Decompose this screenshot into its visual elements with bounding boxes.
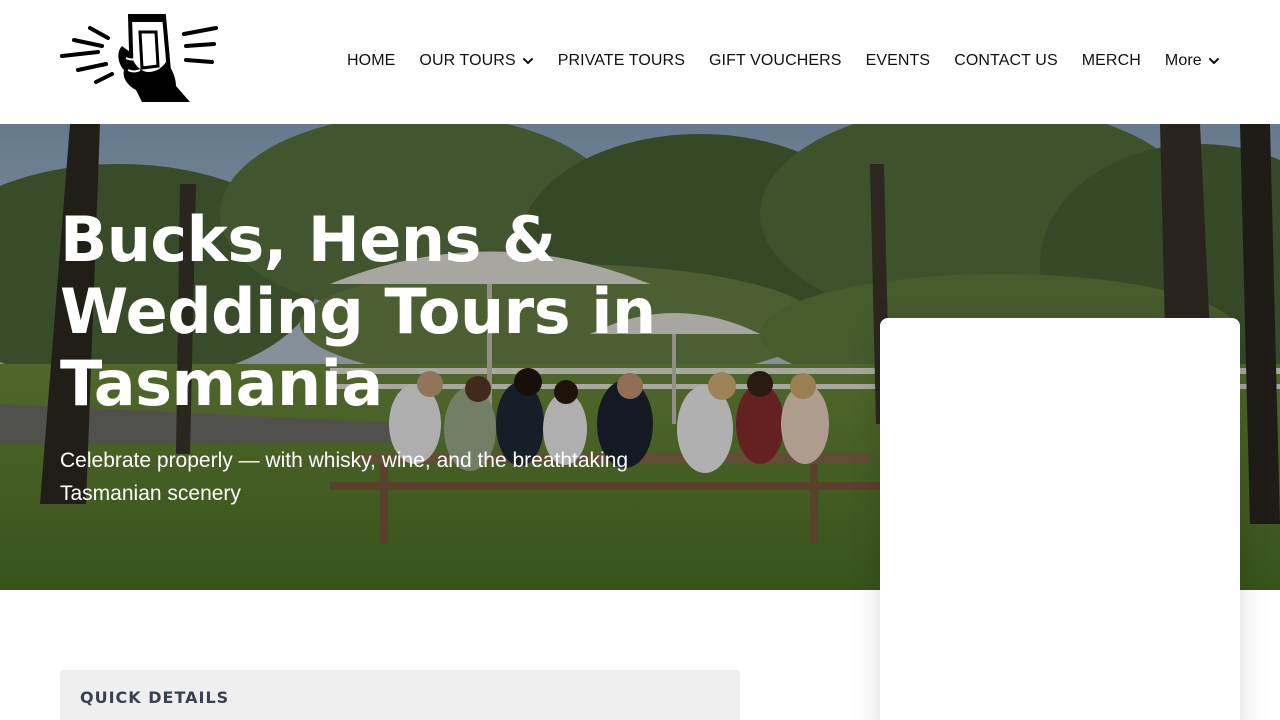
hero-title: Bucks, Hens & Wedding Tours in Tasmania: [60, 203, 656, 420]
hero-subtitle: Celebrate properly — with whisky, wine, …: [60, 449, 629, 505]
nav-private-tours[interactable]: PRIVATE TOURS: [546, 52, 697, 70]
quick-details-title: QUICK DETAILS: [80, 688, 230, 707]
chevron-down-icon: [1208, 58, 1219, 64]
site-header: HOME OUR TOURS PRIVATE TOURS GIFT VOUCHE…: [0, 0, 1280, 124]
nav-our-tours[interactable]: OUR TOURS: [407, 52, 545, 70]
chevron-down-icon: [522, 58, 533, 64]
nav-events-label: EVENTS: [865, 52, 931, 69]
nav-contact-us[interactable]: CONTACT US: [942, 52, 1070, 70]
nav-contact-us-label: CONTACT US: [954, 52, 1058, 69]
site-logo[interactable]: [60, 12, 220, 104]
quick-details-panel: QUICK DETAILS: [60, 670, 740, 720]
nav-private-tours-label: PRIVATE TOURS: [557, 52, 685, 69]
nav-gift-vouchers-label: GIFT VOUCHERS: [709, 52, 842, 69]
nav-merch[interactable]: MERCH: [1070, 52, 1153, 70]
nav-our-tours-label: OUR TOURS: [419, 52, 516, 69]
nav-events[interactable]: EVENTS: [854, 52, 943, 70]
hand-holding-glass-logo-icon: [60, 14, 218, 102]
nav-home[interactable]: HOME: [335, 52, 407, 70]
nav-more[interactable]: More: [1153, 52, 1232, 70]
nav-gift-vouchers[interactable]: GIFT VOUCHERS: [697, 52, 854, 70]
nav-more-label: More: [1164, 52, 1202, 69]
main-nav: HOME OUR TOURS PRIVATE TOURS GIFT VOUCHE…: [335, 48, 1232, 74]
booking-card: [880, 318, 1240, 720]
nav-home-label: HOME: [347, 52, 396, 69]
nav-merch-label: MERCH: [1081, 52, 1141, 69]
